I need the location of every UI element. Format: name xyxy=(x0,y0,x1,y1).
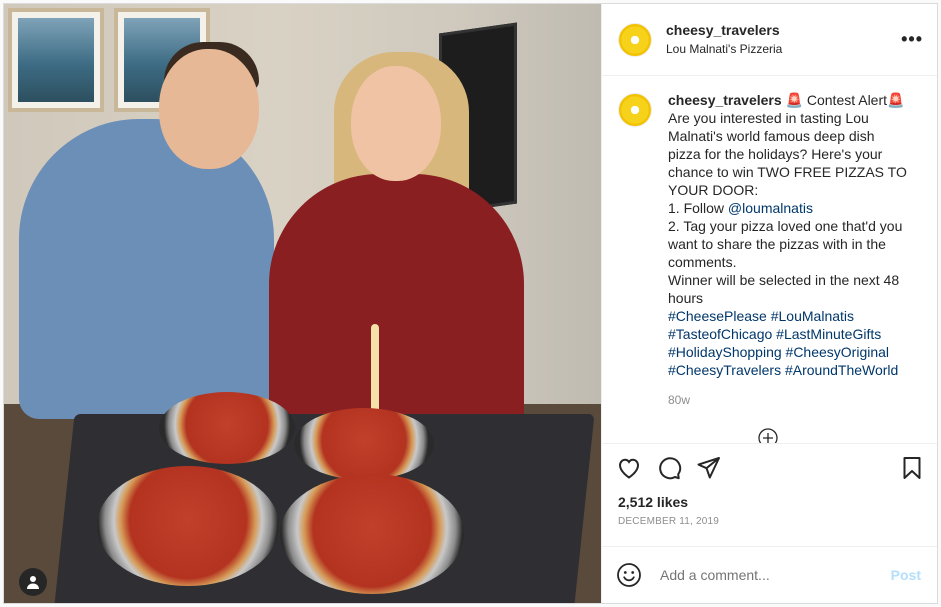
more-dots-icon[interactable]: ••• xyxy=(901,29,923,50)
post-button[interactable]: Post xyxy=(891,567,921,583)
hashtag-line[interactable]: #TasteofChicago #LastMinuteGifts xyxy=(668,325,907,343)
caption-line: chance to win TWO FREE PIZZAS TO xyxy=(668,164,907,180)
smiley-icon[interactable] xyxy=(616,562,642,588)
post-header-info: cheesy_travelers Lou Malnati's Pizzeria xyxy=(666,22,901,58)
post-age[interactable]: 80w xyxy=(668,391,907,409)
avatar[interactable] xyxy=(618,22,652,57)
photo-man xyxy=(19,119,274,419)
post-date: DECEMBER 11, 2019 xyxy=(618,516,720,527)
comment-form: Post xyxy=(602,546,937,603)
photo-man-head xyxy=(159,49,259,169)
like-count[interactable]: 2,512 likes xyxy=(602,492,937,512)
comment-input[interactable] xyxy=(658,566,891,584)
avatar[interactable] xyxy=(618,93,652,127)
pizza-tin xyxy=(294,408,434,480)
photo-woman xyxy=(269,174,524,424)
action-bar xyxy=(602,443,937,492)
pizza-tin xyxy=(97,466,279,586)
caption-line: YOUR DOOR: xyxy=(668,182,759,198)
username-link[interactable]: cheesy_travelers xyxy=(666,22,901,39)
pizza-tin xyxy=(159,392,295,464)
hashtag-line[interactable]: #HolidayShopping #CheesyOriginal xyxy=(668,343,907,361)
caption-line: pizza for the holidays? Here's your xyxy=(668,146,883,162)
hashtag-line[interactable]: #CheesePlease #LouMalnatis xyxy=(668,307,907,325)
caption-text: cheesy_travelers 🚨 Contest Alert🚨 Are yo… xyxy=(668,91,907,409)
caption-line: want to share the pizzas with in the xyxy=(668,236,886,252)
user-tag-icon[interactable] xyxy=(19,568,47,596)
photo-woman-head xyxy=(351,66,441,181)
post-header: cheesy_travelers Lou Malnati's Pizzeria … xyxy=(602,4,937,76)
pizza-tin xyxy=(280,474,464,594)
caption-line: 1. Follow xyxy=(668,200,728,216)
caption: cheesy_travelers 🚨 Contest Alert🚨 Are yo… xyxy=(618,91,925,409)
loading-spinner-icon xyxy=(758,428,778,443)
caption-line: Malnati's world famous deep dish xyxy=(668,128,875,144)
comment-icon[interactable] xyxy=(656,455,682,481)
caption-line: 2. Tag your pizza loved one that'd you xyxy=(668,218,903,234)
post-side-panel: cheesy_travelers Lou Malnati's Pizzeria … xyxy=(601,4,937,603)
post-photo[interactable] xyxy=(4,4,601,603)
paper-plane-icon[interactable] xyxy=(696,455,722,481)
caption-line: hours xyxy=(668,290,704,306)
wall-art-frame xyxy=(8,8,104,112)
caption-username-link[interactable]: cheesy_travelers xyxy=(668,92,782,108)
caption-line: Winner will be selected in the next 48 xyxy=(668,272,900,288)
heart-icon[interactable] xyxy=(616,455,642,481)
caption-line: comments. xyxy=(668,254,737,270)
post-container: cheesy_travelers Lou Malnati's Pizzeria … xyxy=(3,3,938,604)
hashtag-line[interactable]: #CheesyTravelers #AroundTheWorld xyxy=(668,361,907,379)
caption-line: Are you interested in tasting Lou xyxy=(668,110,869,126)
comments-area: cheesy_travelers 🚨 Contest Alert🚨 Are yo… xyxy=(602,76,937,443)
caption-line: 🚨 Contest Alert🚨 xyxy=(785,92,905,108)
bookmark-icon[interactable] xyxy=(899,455,925,481)
location-link[interactable]: Lou Malnati's Pizzeria xyxy=(666,41,901,58)
mention-link[interactable]: @loumalnatis xyxy=(728,200,813,216)
